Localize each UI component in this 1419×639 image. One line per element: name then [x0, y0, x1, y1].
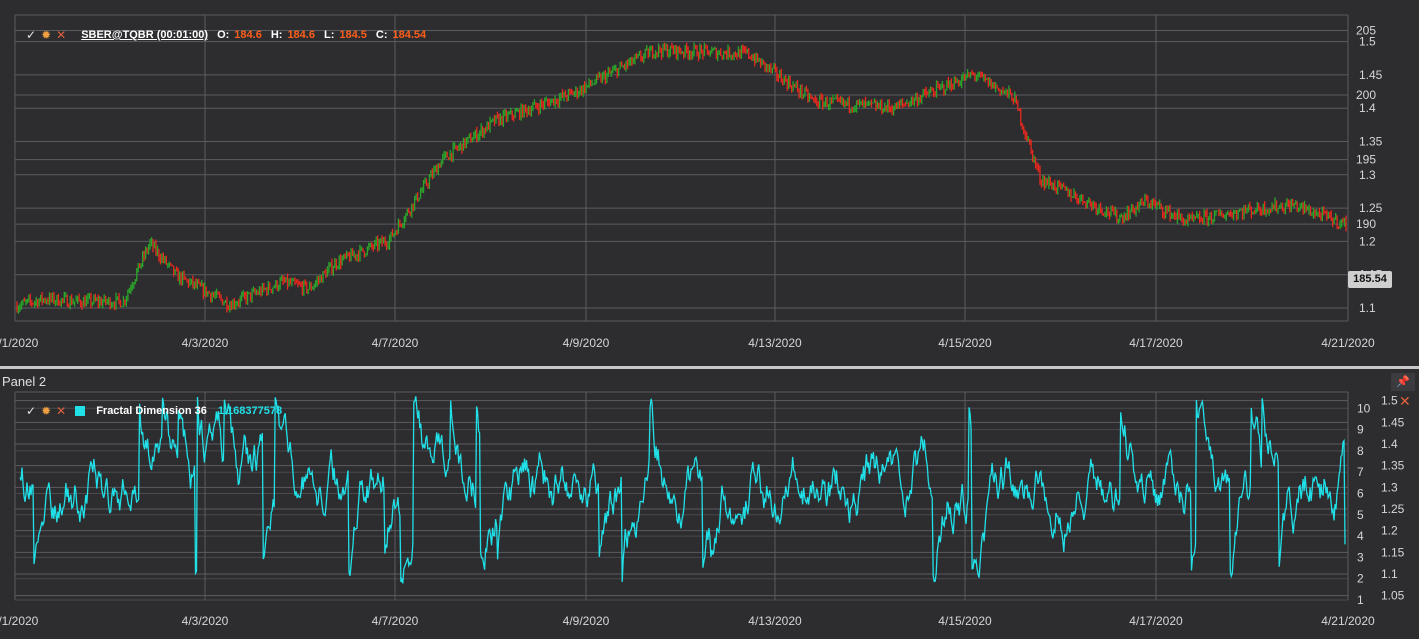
x-tick-label: 4/9/2020 [563, 614, 610, 628]
y-tick-label: 200 [1356, 88, 1376, 102]
y-tick-label: 1.45 [1381, 415, 1405, 429]
y-tick-label: 190 [1356, 217, 1376, 231]
y-tick-label: 1.25 [1359, 201, 1383, 215]
x-tick-label: 4/7/2020 [372, 614, 419, 628]
pin-icon[interactable]: 📌 [1391, 373, 1415, 391]
high-value: 184.6 [287, 29, 315, 41]
x-tick-label: 4/15/2020 [938, 614, 992, 628]
indicator-value: 1.168377578 [217, 405, 283, 417]
y-tick-label: 1.5 [1381, 394, 1398, 408]
close-icon[interactable]: ✕ [56, 28, 66, 42]
x-tick-label: 4/9/2020 [563, 336, 610, 350]
y-tick-label: 1.1 [1381, 567, 1398, 581]
candles [16, 42, 1347, 314]
y-tick-label: 10 [1357, 401, 1371, 415]
symbol-label: SBER@TQBR (00:01:00) [81, 29, 209, 41]
open-label: O: [217, 29, 230, 41]
y-tick-label: 1.45 [1359, 68, 1383, 82]
y-tick-label: 1.35 [1359, 135, 1383, 149]
high-label: H: [270, 29, 283, 41]
close-label: C: [375, 29, 388, 41]
y-tick-label: 8 [1357, 444, 1364, 458]
panel-title: Panel 2 [2, 374, 47, 389]
check-icon[interactable]: ✓ [26, 404, 36, 418]
y-tick-label: 1.4 [1381, 437, 1398, 451]
y-tick-label: 1.4 [1359, 101, 1376, 115]
x-tick-label: 4/3/2020 [182, 336, 229, 350]
y-tick-label: 205 [1356, 23, 1376, 37]
y-tick-label: 5 [1357, 508, 1364, 522]
low-label: L: [323, 29, 335, 41]
x-tick-label: 4/1/2020 [0, 614, 39, 628]
check-icon[interactable]: ✓ [26, 28, 36, 42]
fractal-dimension-line [19, 396, 1346, 584]
x-tick-label: 4/3/2020 [182, 614, 229, 628]
x-tick-label: 4/21/2020 [1321, 614, 1375, 628]
y-tick-label: 6 [1357, 487, 1364, 501]
close-panel-icon[interactable]: ✕ [1399, 393, 1411, 410]
y-tick-label: 1 [1357, 593, 1364, 607]
y-tick-label: 3 [1357, 550, 1364, 564]
gear-icon[interactable]: ✹ [41, 404, 51, 418]
y-tick-label: 1.35 [1381, 459, 1405, 473]
y-tick-label: 1.1 [1359, 301, 1376, 315]
open-value: 184.6 [234, 29, 262, 41]
x-tick-label: 4/17/2020 [1129, 336, 1183, 350]
x-tick-label: 4/15/2020 [938, 336, 992, 350]
x-tick-label: 4/13/2020 [748, 614, 802, 628]
y-tick-label: 1.2 [1359, 234, 1376, 248]
x-tick-label: 4/21/2020 [1321, 336, 1375, 350]
x-tick-label: 4/13/2020 [748, 336, 802, 350]
y-tick-label: 1.15 [1381, 545, 1405, 559]
close-icon[interactable]: ✕ [56, 404, 66, 418]
y-tick-label: 9 [1357, 423, 1364, 437]
y-tick-label: 1.3 [1381, 480, 1398, 494]
gear-icon[interactable]: ✹ [41, 28, 51, 42]
y-tick-label: 195 [1356, 153, 1376, 167]
last-price-tag: 185.54 [1348, 271, 1392, 288]
y-tick-label: 1.05 [1381, 589, 1405, 603]
price-panel: 1.11.151.21.251.31.351.41.451.5190195200… [0, 0, 1419, 366]
y-tick-label: 1.3 [1359, 168, 1376, 182]
low-value: 184.5 [339, 29, 367, 41]
y-tick-label: 7 [1357, 465, 1364, 479]
x-tick-label: 4/7/2020 [372, 336, 419, 350]
y-tick-label: 1.2 [1381, 524, 1398, 538]
indicator-panel: 1.05 1.1 1.15 1.2 1.25 1.3 1.35 1.4 1.45 1.5 1 2 3 4 5… [0, 371, 1419, 639]
indicator-legend: ✓ ✹ ✕ Fractal Dimension 36 1.168377578 [26, 404, 282, 418]
indicator-name: Fractal Dimension 36 [96, 405, 207, 417]
y-tick-label: 2 [1357, 572, 1364, 586]
x-tick-label: 4/1/2020 [0, 336, 39, 350]
y-tick-label: 4 [1357, 529, 1364, 543]
price-chart: 1.11.151.21.251.31.351.41.451.5190195200… [0, 14, 1383, 350]
series-color-swatch [75, 406, 86, 416]
close-value: 184.54 [392, 29, 427, 41]
price-legend: ✓ ✹ ✕ SBER@TQBR (00:01:00) O: 184.6 H: 1… [26, 28, 426, 42]
y-tick-label: 1.25 [1381, 502, 1405, 516]
x-tick-label: 4/17/2020 [1129, 614, 1183, 628]
panel-splitter[interactable] [0, 366, 1419, 369]
